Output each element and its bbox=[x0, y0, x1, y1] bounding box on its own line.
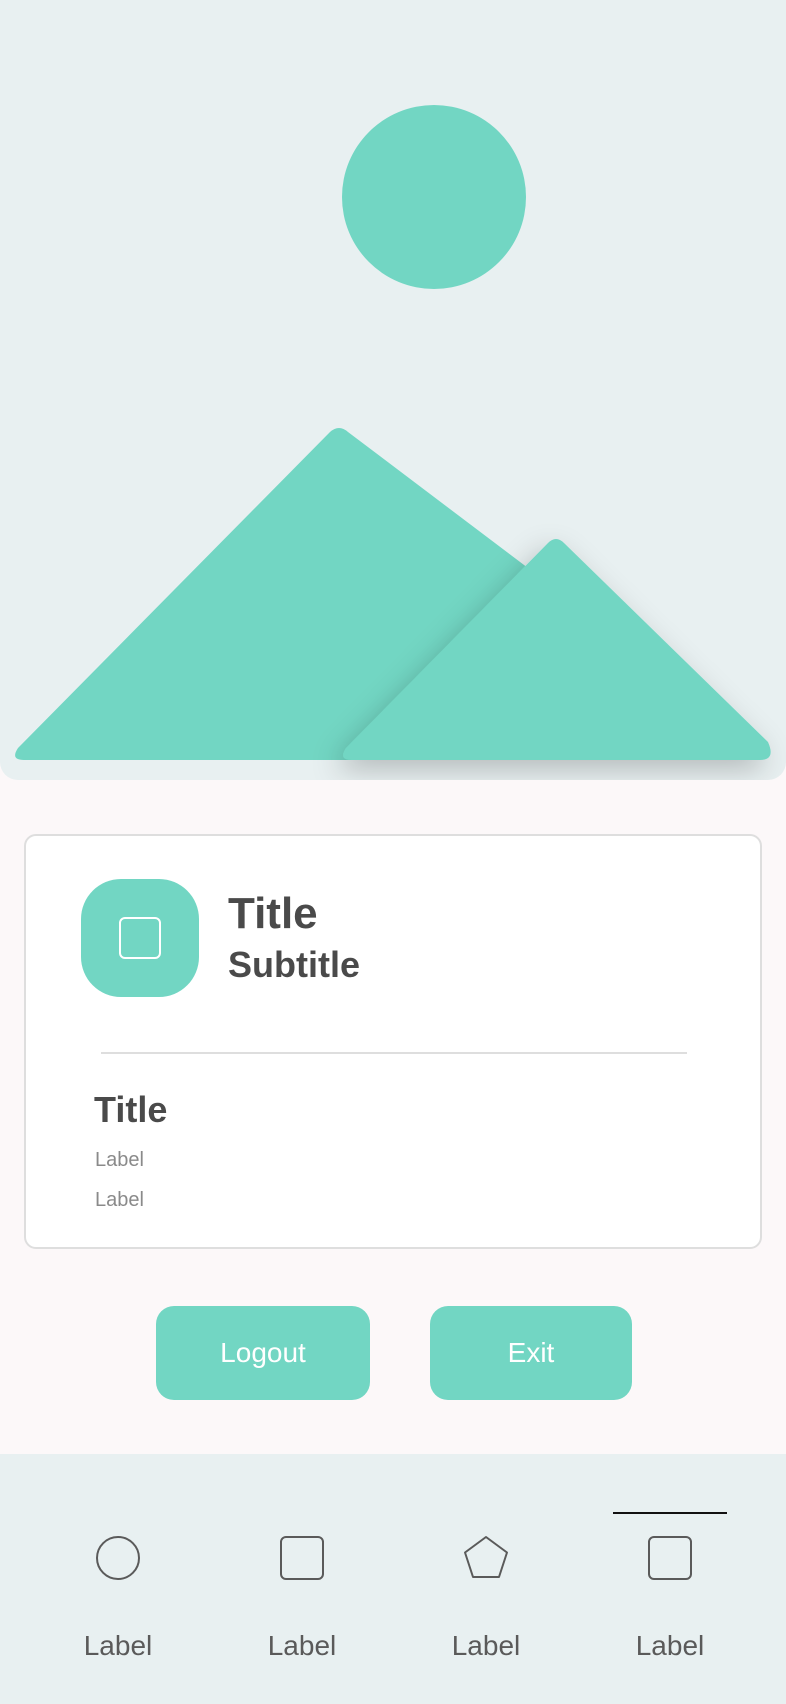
divider bbox=[101, 1052, 687, 1054]
nav-item-label: Label bbox=[83, 1630, 153, 1661]
sun-shape bbox=[342, 105, 526, 289]
square-icon bbox=[648, 1536, 692, 1580]
card-subtitle: Subtitle bbox=[228, 944, 360, 985]
active-tab-indicator bbox=[613, 1512, 727, 1514]
nav-item-label: Label bbox=[267, 1630, 337, 1661]
nav-item-1[interactable]: Label bbox=[43, 1454, 193, 1704]
square-icon bbox=[119, 917, 161, 959]
bottom-navigation: Label Label Label Label bbox=[0, 1454, 786, 1704]
pentagon-icon bbox=[464, 1536, 508, 1578]
logout-button[interactable]: Logout bbox=[156, 1306, 370, 1400]
profile-card: Title Subtitle Title Label Label bbox=[24, 834, 762, 1249]
nav-item-label: Label bbox=[451, 1630, 521, 1661]
square-icon bbox=[280, 1536, 324, 1580]
nav-item-3[interactable]: Label bbox=[411, 1454, 561, 1704]
card-title: Title bbox=[228, 889, 318, 938]
card-label: Label bbox=[95, 1149, 144, 1171]
avatar[interactable] bbox=[81, 879, 199, 997]
circle-icon bbox=[96, 1536, 140, 1580]
section-title: Title bbox=[94, 1089, 168, 1130]
nav-item-2[interactable]: Label bbox=[227, 1454, 377, 1704]
hero-image bbox=[0, 0, 786, 780]
nav-item-label: Label bbox=[635, 1630, 705, 1661]
nav-item-4[interactable]: Label bbox=[595, 1454, 745, 1704]
image-placeholder-icon bbox=[15, 105, 771, 760]
card-label: Label bbox=[95, 1189, 144, 1211]
exit-button[interactable]: Exit bbox=[430, 1306, 632, 1400]
